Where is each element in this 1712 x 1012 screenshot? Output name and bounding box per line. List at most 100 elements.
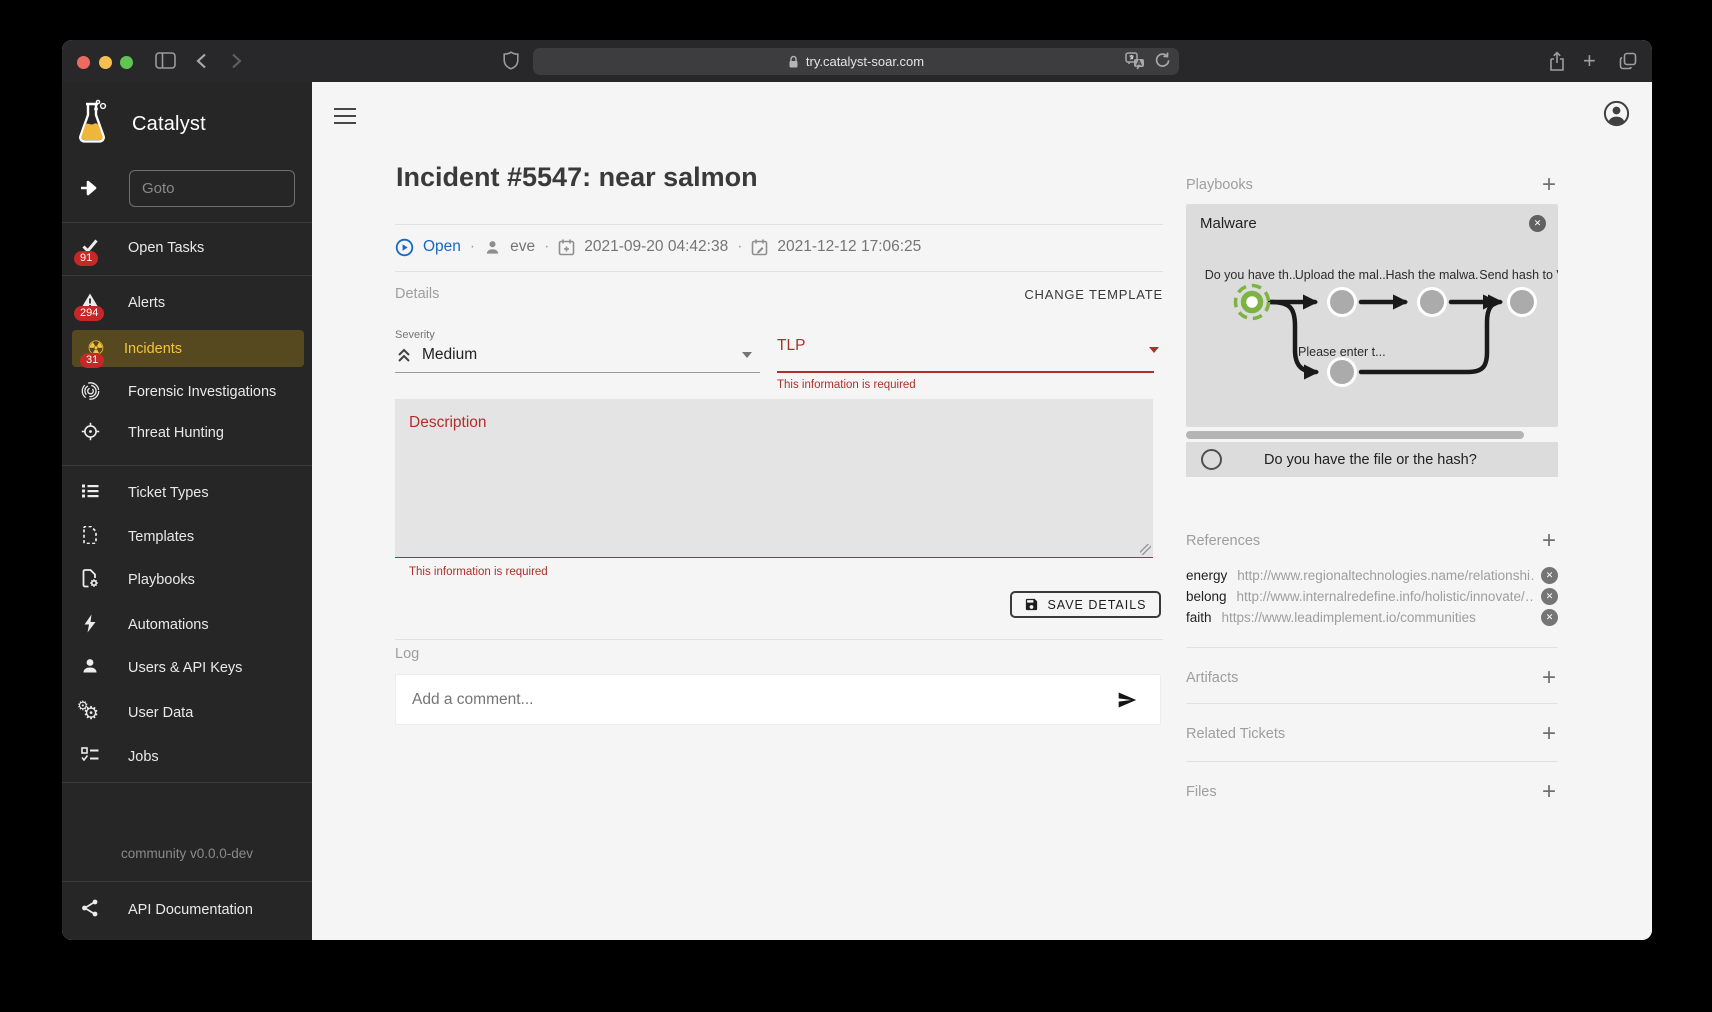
translate-icon[interactable] — [1125, 51, 1146, 76]
remove-reference-button[interactable]: ✕ — [1541, 588, 1558, 605]
menu-icon[interactable] — [334, 108, 356, 124]
sidebar-item-templates[interactable]: Templates — [62, 517, 312, 557]
add-file-button[interactable]: + — [1542, 782, 1556, 802]
list-icon — [81, 483, 99, 503]
owner-icon — [484, 239, 501, 256]
shield-icon[interactable] — [503, 51, 519, 75]
severity-select[interactable]: Medium — [395, 342, 760, 368]
tlp-required-error: This information is required — [777, 379, 916, 391]
incident-status-row: Open · eve · 2021-09-20 04:42:38 · 2021-… — [395, 235, 921, 259]
reference-link[interactable]: http://www.regionaltechnologies.name/rel… — [1237, 568, 1535, 583]
graph-node[interactable] — [1329, 289, 1356, 316]
sidebar-item-forensic-investigations[interactable]: Forensic Investigations — [62, 372, 312, 412]
references-section-label: References — [1186, 533, 1260, 549]
updated-date-icon — [751, 238, 768, 256]
description-placeholder: Description — [409, 414, 487, 432]
catalyst-logo-icon — [74, 98, 110, 151]
task-status-circle-icon[interactable] — [1201, 449, 1222, 470]
account-avatar-icon[interactable] — [1603, 100, 1630, 132]
change-template-button[interactable]: CHANGE TEMPLATE — [1024, 287, 1163, 302]
sidebar-item-users-api-keys[interactable]: Users & API Keys — [62, 648, 312, 688]
owner-name: eve — [510, 238, 535, 256]
sidebar-item-playbooks[interactable]: Playbooks — [62, 560, 312, 600]
sidebar-item-jobs[interactable]: Jobs — [62, 737, 312, 777]
status-value[interactable]: Open — [423, 238, 461, 256]
playbook-graph[interactable]: Do you have th... Upload the mal... Hash… — [1186, 240, 1558, 427]
svg-text:Please enter t...: Please enter t... — [1298, 345, 1386, 359]
share-icon[interactable] — [1548, 51, 1566, 77]
sidebar-item-incidents[interactable]: ☢ 31 Incidents — [72, 330, 304, 367]
graph-node[interactable] — [1329, 359, 1356, 386]
description-required-error: This information is required — [409, 566, 548, 578]
forward-button[interactable] — [231, 53, 242, 74]
remove-reference-button[interactable]: ✕ — [1541, 567, 1558, 584]
related-tickets-section-label: Related Tickets — [1186, 726, 1285, 742]
sidebar-item-ticket-types[interactable]: Ticket Types — [62, 473, 312, 513]
reload-icon[interactable] — [1154, 51, 1171, 76]
graph-horizontal-scrollbar[interactable] — [1186, 431, 1524, 439]
description-textarea[interactable]: Description — [395, 399, 1153, 558]
playbook-task-row[interactable]: Do you have the file or the hash? — [1186, 442, 1558, 477]
send-icon[interactable] — [1116, 690, 1138, 710]
close-window-button[interactable] — [77, 56, 90, 69]
alerts-badge: 294 — [74, 306, 104, 321]
goto-arrow-icon — [78, 176, 102, 205]
version-label: community v0.0.0-dev — [62, 846, 312, 861]
sidebar-item-automations[interactable]: Automations — [62, 605, 312, 645]
remove-playbook-button[interactable]: ✕ — [1529, 215, 1546, 232]
playbook-title: Malware — [1200, 215, 1257, 232]
open-tasks-badge: 91 — [74, 251, 98, 266]
artifacts-section-label: Artifacts — [1186, 670, 1238, 686]
save-details-button[interactable]: SAVE DETAILS — [1010, 591, 1161, 618]
main-content: Incident #5547: near salmon Open · eve ·… — [312, 82, 1652, 940]
lock-icon — [788, 55, 799, 69]
fingerprint-icon — [81, 381, 100, 404]
tab-overview-icon[interactable] — [1618, 51, 1638, 76]
reference-link[interactable]: http://www.internalredefine.info/holisti… — [1237, 589, 1535, 604]
svg-text:Hash the malwa.: Hash the malwa. — [1385, 268, 1478, 282]
add-related-ticket-button[interactable]: + — [1542, 724, 1556, 744]
sidebar-toggle-icon[interactable] — [155, 52, 176, 74]
app-name: Catalyst — [132, 113, 206, 136]
severity-value: Medium — [422, 346, 477, 364]
playbook-card: Malware ✕ Do you have th... Upload the m… — [1186, 204, 1558, 427]
reference-row: belong http://www.internalredefine.info/… — [1186, 586, 1558, 607]
reference-link[interactable]: https://www.leadimplement.io/communities — [1222, 610, 1535, 625]
incident-title: Incident #5547: near salmon — [396, 162, 758, 193]
sidebar-item-open-tasks[interactable]: 91 Open Tasks — [62, 228, 312, 268]
comment-input[interactable] — [396, 691, 1116, 709]
svg-text:Upload the mal...: Upload the mal... — [1295, 268, 1390, 282]
status-open-icon — [395, 238, 414, 257]
sidebar-item-threat-hunting[interactable]: Threat Hunting — [62, 413, 312, 453]
sidebar-item-alerts[interactable]: 294 Alerts — [62, 283, 312, 323]
tlp-caret-icon[interactable] — [1149, 347, 1159, 353]
resize-handle[interactable] — [1140, 544, 1151, 555]
goto-input[interactable] — [129, 170, 295, 207]
details-section-label: Details — [395, 286, 439, 302]
severity-caret-icon — [742, 352, 752, 358]
minimize-window-button[interactable] — [99, 56, 112, 69]
back-button[interactable] — [196, 53, 207, 74]
remove-reference-button[interactable]: ✕ — [1541, 609, 1558, 626]
zoom-window-button[interactable] — [120, 56, 133, 69]
graph-node[interactable] — [1419, 289, 1446, 316]
playbooks-section-label: Playbooks — [1186, 177, 1253, 193]
add-reference-button[interactable]: + — [1542, 531, 1556, 551]
share-nodes-icon — [81, 899, 99, 921]
checklist-icon — [81, 747, 99, 767]
log-section-label: Log — [395, 646, 419, 662]
files-section-label: Files — [1186, 784, 1217, 800]
sidebar-item-user-data[interactable]: ⚙⚙ User Data — [62, 693, 312, 733]
add-artifact-button[interactable]: + — [1542, 668, 1556, 688]
gears-icon: ⚙⚙ — [79, 703, 101, 723]
crosshair-icon — [81, 422, 100, 445]
sidebar-item-api-documentation[interactable]: API Documentation — [62, 890, 312, 930]
address-bar[interactable]: try.catalyst-soar.com — [533, 48, 1179, 75]
add-playbook-button[interactable]: + — [1542, 175, 1556, 195]
graph-node[interactable] — [1509, 289, 1536, 316]
url-text: try.catalyst-soar.com — [806, 54, 924, 69]
new-tab-icon[interactable]: + — [1583, 50, 1596, 72]
sidebar: Catalyst 91 Open Tasks 294 Alerts — [62, 82, 312, 940]
incidents-badge: 31 — [80, 353, 104, 368]
tlp-select[interactable]: TLP — [777, 337, 805, 355]
